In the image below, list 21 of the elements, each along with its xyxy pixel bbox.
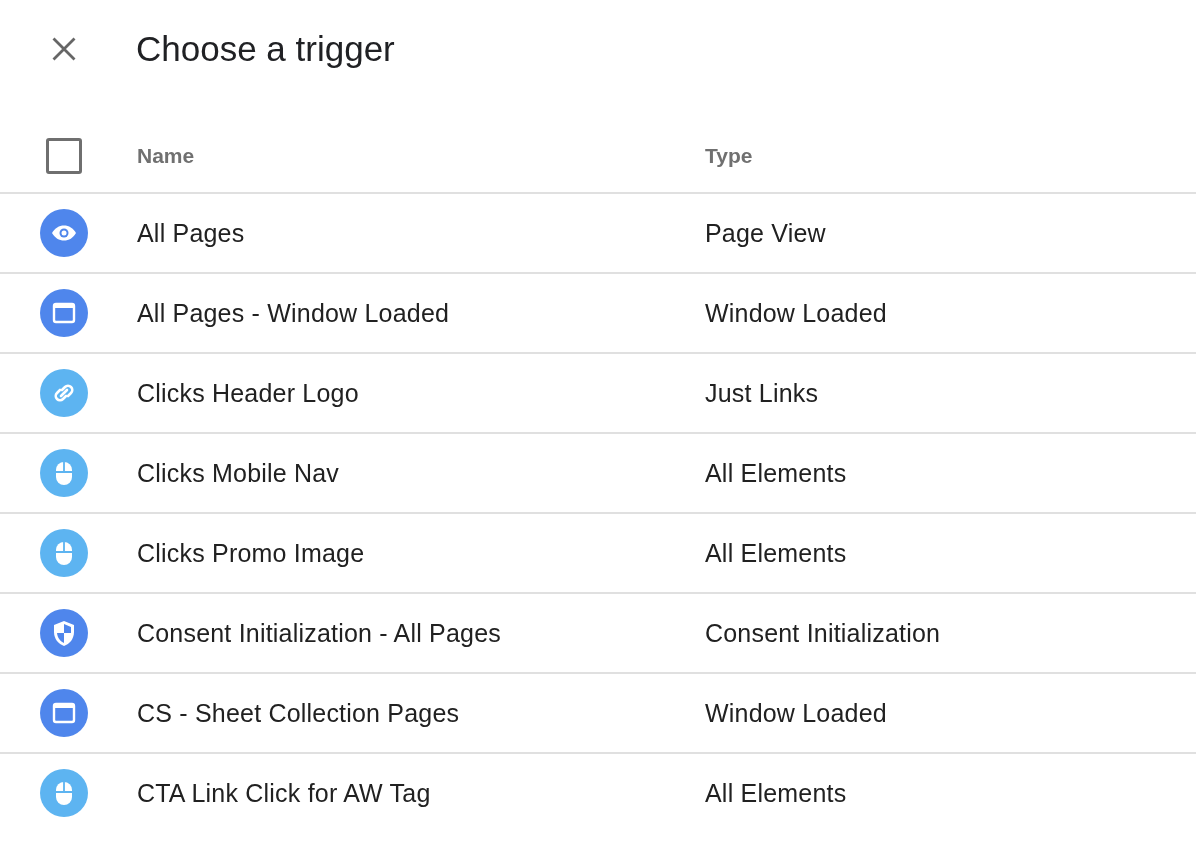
column-header: Type bbox=[705, 144, 753, 167]
column-header: Name bbox=[137, 144, 195, 167]
select-all-checkbox[interactable] bbox=[46, 138, 82, 174]
trigger-type: All Elements bbox=[705, 458, 847, 487]
trigger-name[interactable]: Clicks Promo Image bbox=[137, 538, 365, 567]
trigger-name[interactable]: Clicks Header Logo bbox=[137, 378, 359, 407]
trigger-type: Consent Initialization bbox=[705, 618, 941, 647]
trigger-name[interactable]: CTA Link Click for AW Tag bbox=[137, 778, 431, 807]
trigger-name[interactable]: Consent Initialization - All Pages bbox=[137, 618, 501, 647]
close-icon bbox=[50, 35, 78, 63]
trigger-type: All Elements bbox=[705, 778, 847, 807]
trigger-type: Just Links bbox=[705, 378, 819, 407]
trigger-type: Window Loaded bbox=[705, 298, 887, 327]
trigger-type: Page View bbox=[705, 218, 826, 247]
trigger-type: All Elements bbox=[705, 538, 847, 567]
trigger-name[interactable]: CS - Sheet Collection Pages bbox=[137, 698, 460, 727]
trigger-name[interactable]: Clicks Mobile Nav bbox=[137, 458, 340, 487]
trigger-type: Window Loaded bbox=[705, 698, 887, 727]
dialog-title: Choose a trigger bbox=[136, 29, 395, 69]
trigger-name[interactable]: All Pages bbox=[137, 218, 245, 247]
trigger-name[interactable]: All Pages - Window Loaded bbox=[137, 298, 450, 327]
